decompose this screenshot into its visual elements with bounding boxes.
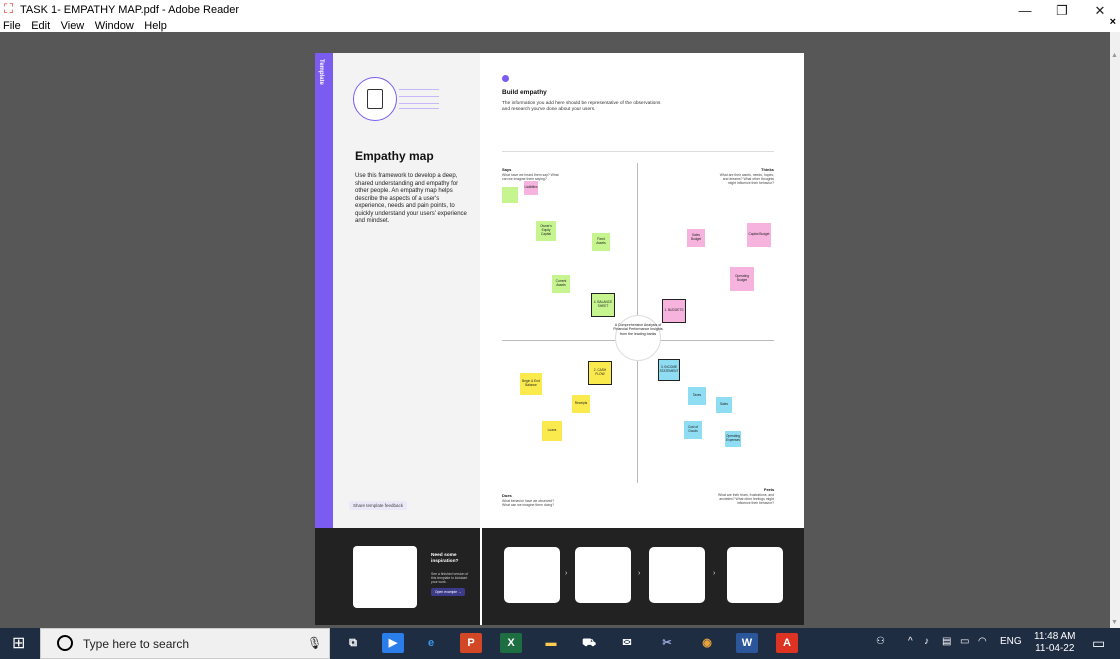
arrow-right-icon: ›	[638, 570, 641, 577]
sticky-note: Loans	[542, 421, 562, 441]
window-title: TASK 1- EMPATHY MAP.pdf - Adobe Reader	[20, 4, 240, 16]
center-topic: A Comprehensive Analysis of Financial Pe…	[613, 323, 663, 336]
menu-window[interactable]: Window	[92, 19, 137, 33]
template-strip: Template	[315, 53, 333, 528]
wave-lines-decoration	[399, 89, 439, 109]
title-bar: ⛶ TASK 1- EMPATHY MAP.pdf - Adobe Reader…	[0, 0, 1120, 32]
open-example-button[interactable]: Open example →	[431, 588, 466, 596]
inspiration-panel: Need some inspiration? See a finished ve…	[315, 528, 480, 625]
volume-icon[interactable]: ♪	[924, 636, 929, 647]
inspiration-title: Need some inspiration?	[431, 553, 459, 564]
quadrant-feels-label: Feels	[764, 487, 775, 492]
store-icon[interactable]: ⛟	[578, 633, 600, 653]
menu-edit[interactable]: Edit	[28, 19, 53, 33]
media-player-icon[interactable]: ▶	[382, 633, 404, 653]
clock[interactable]: 11:48 AM 11-04-22	[1034, 631, 1076, 655]
windows-start-icon[interactable]: ⊞	[12, 636, 28, 652]
pdf-page: Template Empathy map Use this framework …	[315, 53, 804, 625]
step-card-3	[649, 547, 705, 603]
strip-label: Template	[318, 59, 324, 85]
step-card-2	[575, 547, 631, 603]
language-indicator[interactable]: ENG	[1000, 636, 1022, 647]
network-icon[interactable]: ▭	[960, 636, 969, 647]
snipping-tool-icon[interactable]: ✂	[656, 633, 678, 653]
person-card-icon	[353, 77, 397, 121]
mail-icon[interactable]: ✉	[616, 633, 638, 653]
quadrant-does-label: Does	[502, 493, 512, 498]
left-panel: Template Empathy map Use this framework …	[315, 53, 480, 528]
quadrant-says-sub: What have we heard them say? What can we…	[502, 173, 559, 181]
divider	[502, 151, 774, 152]
keyboard-icon[interactable]: ▤	[942, 636, 951, 647]
scroll-up-icon[interactable]: ▲	[1111, 52, 1118, 59]
sticky-note: Liabilities	[524, 181, 538, 195]
page-description: Use this framework to develop a deep, sh…	[355, 173, 467, 224]
search-circle-icon	[57, 635, 73, 651]
step-card-4	[727, 547, 783, 603]
arrow-right-icon: ›	[565, 570, 568, 577]
word-icon[interactable]: W	[736, 633, 758, 653]
empathy-canvas: Build empathy The information you add he…	[482, 53, 804, 528]
arrow-right-icon: ›	[713, 570, 716, 577]
sticky-note: 4. BALANCE SHEET	[591, 293, 615, 317]
taskbar-search[interactable]: Type here to search 🎙	[40, 628, 330, 659]
sticky-note-blank	[502, 187, 518, 203]
document-close-button[interactable]: ×	[1110, 16, 1116, 28]
quadrant-says-label: Says	[502, 167, 512, 172]
scroll-down-icon[interactable]: ▼	[1111, 619, 1118, 626]
vertical-scrollbar[interactable]: ▲ ▼	[1110, 32, 1120, 628]
sticky-note: Current Assets	[552, 275, 570, 293]
chrome-icon[interactable]: ◉	[696, 633, 718, 653]
notification-icon[interactable]: ▭	[1092, 635, 1105, 652]
file-explorer-icon[interactable]: ▬	[540, 633, 562, 653]
sticky-note: Receipts	[572, 395, 590, 413]
sticky-note: Sales	[716, 397, 732, 413]
edge-browser-icon[interactable]: e	[420, 633, 442, 653]
acrobat-reader-icon[interactable]: A	[776, 633, 798, 653]
microphone-icon[interactable]: 🎙	[307, 636, 322, 650]
sticky-note: Taxes	[688, 387, 706, 405]
page-title: Empathy map	[355, 149, 434, 163]
sticky-note: Operating Budget	[730, 267, 754, 291]
menu-view[interactable]: View	[58, 19, 88, 33]
quadrant-does-sub: What behavior have we observed? What can…	[502, 499, 555, 507]
sticky-note: 3. INCOME STATEMENT	[658, 359, 680, 381]
sticky-note: Sales Budget	[687, 229, 705, 247]
search-placeholder: Type here to search	[83, 637, 190, 651]
clock-date: 11-04-22	[1035, 643, 1075, 654]
inspiration-desc: See a finished version of this template …	[431, 572, 469, 584]
menu-file[interactable]: File	[0, 19, 24, 33]
excel-icon[interactable]: X	[500, 633, 522, 653]
steps-panel: › › ›	[482, 528, 804, 625]
center-circle	[615, 315, 661, 361]
build-subtitle: The information you add here should be r…	[502, 101, 661, 112]
quadrant-feels-sub: What are their fears, frustrations, and …	[718, 493, 774, 505]
example-thumbnail[interactable]	[353, 546, 417, 608]
step-card-1	[504, 547, 560, 603]
build-title: Build empathy	[502, 89, 547, 96]
wifi-icon[interactable]: ◠	[978, 636, 987, 647]
sticky-note: Operating Expenses	[725, 431, 741, 447]
sticky-note: Begin & End Balance	[520, 373, 542, 395]
menu-help[interactable]: Help	[141, 19, 170, 33]
powerpoint-icon[interactable]: P	[460, 633, 482, 653]
sticky-note: Fixed Assets	[592, 233, 610, 251]
task-view-icon[interactable]: ⧉	[342, 633, 364, 653]
sticky-note: Capital Budget	[747, 223, 771, 247]
tray-chevron-icon[interactable]: ^	[908, 636, 913, 647]
menu-bar: File Edit View Window Help	[0, 16, 1120, 32]
step-dot-icon	[502, 75, 509, 82]
windows-taskbar: ⊞ Type here to search 🎙 ⧉ ▶ e P X ▬ ⛟ ✉ …	[0, 628, 1120, 659]
clock-time: 11:48 AM	[1034, 631, 1076, 642]
sticky-note: 2. CASH FLOW	[588, 361, 612, 385]
feedback-link[interactable]: Share template feedback	[349, 501, 408, 510]
people-icon[interactable]: ⚇	[876, 636, 885, 647]
sticky-note: Cost of Goods	[684, 421, 702, 439]
sticky-note: 1. BUDGETS	[662, 299, 686, 323]
quadrant-thinks-sub: What are their wants, needs, hopes, and …	[719, 173, 774, 185]
sticky-note: Owner's Equity Capital	[536, 221, 556, 241]
adobe-reader-icon: ⛶	[4, 1, 14, 16]
quadrant-thinks-label: Thinks	[761, 167, 774, 172]
